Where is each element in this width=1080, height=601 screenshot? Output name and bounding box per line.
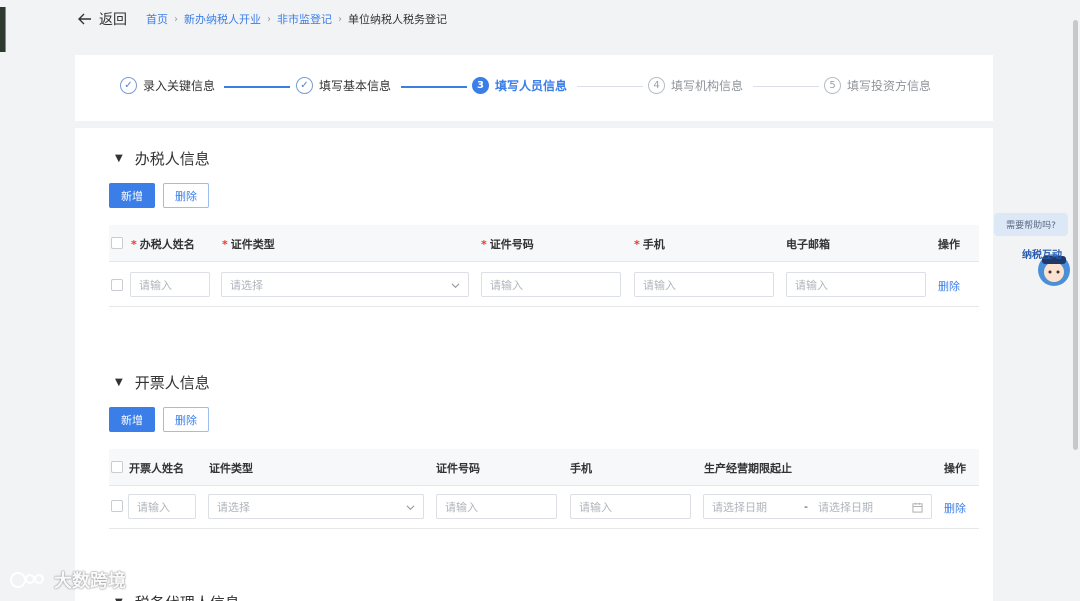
section-title: 开票人信息 [134, 374, 210, 392]
back-label: 返回 [99, 12, 127, 28]
business-period-range-picker[interactable]: 请选择日期 - 请选择日期 [703, 494, 932, 519]
col-header: 操作 [938, 238, 960, 251]
tax-handler-table-header: * 办税人姓名 * 证件类型 * 证件号码 * 手机 电子邮箱 操作 [109, 225, 979, 261]
breadcrumb: 首页 › 新办纳税人开业 › 非市监登记 › 单位纳税人税务登记 [146, 11, 447, 27]
invoicer-table-header: 开票人姓名 证件类型 证件号码 手机 生产经营期限起止 操作 [109, 449, 979, 485]
row-checkbox[interactable] [111, 279, 123, 291]
arrow-left-icon [78, 13, 91, 25]
step-number: 5 [824, 77, 841, 94]
steps-bar: ✓ 录入关键信息 ✓ 填写基本信息 3 填写人员信息 4 填写机构信息 5 填写… [75, 55, 993, 121]
step-2[interactable]: ✓ 填写基本信息 [296, 77, 391, 94]
assistant-robot-icon[interactable]: 纳税互动 [1020, 240, 1072, 292]
check-icon: ✓ [296, 77, 313, 94]
watermark-text: 大数跨境 [54, 571, 126, 592]
step-label: 填写人员信息 [495, 79, 568, 93]
col-header: * 办税人姓名 [131, 238, 195, 251]
delete-tax-handler-button[interactable]: 删除 [163, 183, 209, 208]
col-header: 生产经营期限起止 [704, 462, 792, 475]
window-edge-thumbnail [0, 7, 6, 52]
col-header: 开票人姓名 [129, 462, 184, 475]
section-tax-handler[interactable]: ▼ 办税人信息 [115, 148, 210, 169]
add-invoicer-button[interactable]: 新增 [109, 407, 155, 432]
watermark: 大数跨境 [8, 567, 126, 593]
breadcrumb-separator-icon: › [174, 13, 178, 25]
select-all-checkbox[interactable] [111, 237, 123, 249]
invoicer-id-type-select[interactable]: 请选择 [208, 494, 424, 519]
check-icon: ✓ [120, 77, 137, 94]
invoicer-name-input[interactable]: 请输入 [128, 494, 196, 519]
col-header: * 证件号码 [481, 238, 534, 251]
email-input[interactable]: 请输入 [786, 272, 926, 297]
divider [109, 485, 979, 486]
section-title: 办税人信息 [134, 150, 210, 168]
step-label: 填写机构信息 [671, 79, 744, 93]
col-header: * 证件类型 [222, 238, 275, 251]
range-separator: - [804, 500, 808, 513]
divider [109, 261, 979, 262]
select-all-checkbox[interactable] [111, 461, 123, 473]
col-header: 电子邮箱 [786, 238, 830, 251]
step-label: 填写投资方信息 [847, 79, 932, 93]
step-3[interactable]: 3 填写人员信息 [472, 77, 567, 94]
chevron-down-icon [406, 505, 415, 511]
main-form-card: ▼ 办税人信息 新增 删除 * 办税人姓名 * 证件类型 * 证件号码 * 手机 电子邮… [75, 128, 993, 601]
id-type-select[interactable]: 请选择 [221, 272, 469, 297]
step-connector [224, 86, 290, 88]
col-header: * 手机 [634, 238, 665, 251]
collapse-triangle-icon: ▼ [115, 153, 123, 164]
invoicer-id-number-input[interactable]: 请输入 [436, 494, 557, 519]
section-tax-agent[interactable]: ▼ 税务代理人信息 [115, 592, 240, 601]
step-label: 填写基本信息 [319, 79, 392, 93]
scrollbar-thumb[interactable] [1073, 20, 1078, 450]
back-button[interactable]: 返回 [77, 9, 127, 29]
step-4[interactable]: 4 填写机构信息 [648, 77, 743, 94]
add-tax-handler-button[interactable]: 新增 [109, 183, 155, 208]
step-number: 3 [472, 77, 489, 94]
section-invoicer[interactable]: ▼ 开票人信息 [115, 372, 210, 393]
breadcrumb-non-market[interactable]: 非市监登记 [277, 11, 332, 27]
row-checkbox[interactable] [111, 500, 123, 512]
col-header: 手机 [570, 462, 592, 475]
section-title: 税务代理人信息 [135, 592, 240, 601]
step-5[interactable]: 5 填写投资方信息 [824, 77, 931, 94]
range-end[interactable]: 请选择日期 [818, 499, 873, 515]
range-start[interactable]: 请选择日期 [712, 499, 767, 515]
breadcrumb-current: 单位纳税人税务登记 [348, 13, 447, 26]
col-header: 操作 [944, 462, 966, 475]
collapse-triangle-icon: ▼ [115, 377, 123, 388]
collapse-triangle-icon: ▼ [115, 597, 123, 601]
chevron-down-icon [451, 283, 460, 289]
breadcrumb-new-taxpayer[interactable]: 新办纳税人开业 [184, 11, 261, 27]
robot-label: 纳税互动 [1022, 248, 1062, 261]
top-bar: 返回 首页 › 新办纳税人开业 › 非市监登记 › 单位纳税人税务登记 [0, 0, 1080, 40]
divider [109, 528, 979, 529]
name-input[interactable]: 请输入 [130, 272, 210, 297]
step-connector [753, 86, 819, 87]
step-label: 录入关键信息 [143, 79, 216, 93]
col-header: 证件号码 [436, 462, 480, 475]
col-header: 证件类型 [209, 462, 253, 475]
step-1[interactable]: ✓ 录入关键信息 [120, 77, 215, 94]
id-number-input[interactable]: 请输入 [481, 272, 621, 297]
breadcrumb-separator-icon: › [267, 13, 271, 25]
delete-row-link[interactable]: 删除 [944, 500, 966, 516]
delete-row-link[interactable]: 删除 [938, 278, 960, 294]
divider [109, 306, 979, 307]
help-bubble[interactable]: 需要帮助吗? [994, 213, 1068, 236]
phone-input[interactable]: 请输入 [634, 272, 774, 297]
calendar-icon [912, 502, 923, 513]
watermark-logo-icon [10, 572, 44, 588]
breadcrumb-separator-icon: › [338, 13, 342, 25]
invoicer-phone-input[interactable]: 请输入 [570, 494, 691, 519]
breadcrumb-home[interactable]: 首页 [146, 11, 168, 27]
step-connector [401, 86, 467, 88]
step-connector [577, 86, 643, 87]
delete-invoicer-button[interactable]: 删除 [163, 407, 209, 432]
step-number: 4 [648, 77, 665, 94]
